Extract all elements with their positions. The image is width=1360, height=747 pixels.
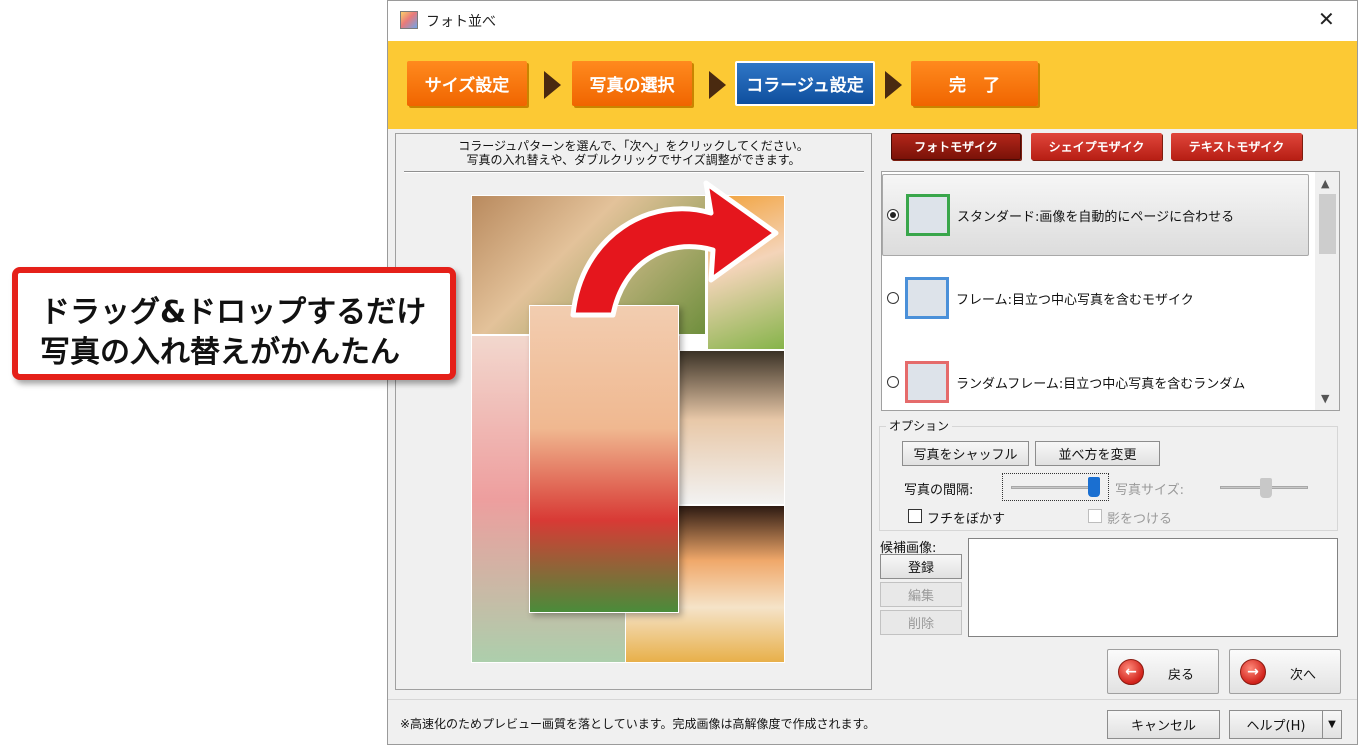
title-bar: フォト並べ ✕ <box>388 1 1357 41</box>
back-button[interactable]: ← 戻る <box>1107 649 1219 694</box>
callout-line-2: 写真の入れ替えがかんたん <box>40 335 400 370</box>
slider-knob[interactable] <box>1088 477 1100 497</box>
change-arrangement-button[interactable]: 並べ方を変更 <box>1035 441 1160 466</box>
next-button[interactable]: → 次へ <box>1229 649 1341 694</box>
radio-standard[interactable] <box>887 209 899 221</box>
slider-knob[interactable] <box>1260 478 1272 498</box>
tab-shape-mosaic[interactable]: シェイプモザイク <box>1031 133 1162 160</box>
radio-random-frame[interactable] <box>887 376 899 388</box>
app-window: フォト並べ ✕ サイズ設定 写真の選択 コラージュ設定 完 了 コラージュパター… <box>387 0 1358 745</box>
help-dropdown-chevron-icon[interactable]: ▼ <box>1322 710 1342 739</box>
scroll-down-icon[interactable]: ▼ <box>1321 392 1329 405</box>
slider-track <box>1011 486 1099 489</box>
pattern-label: スタンダード:画像を自動的にページに合わせる <box>957 210 1235 225</box>
radio-frame[interactable] <box>887 292 899 304</box>
collage-preview-panel: コラージュパターンを選んで、「次へ」をクリックしてください。 写真の入れ替えや、… <box>395 133 872 690</box>
list-item-frame[interactable]: フレーム:目立つ中心写真を含むモザイク <box>882 258 1309 340</box>
step-collage-setting: コラージュ設定 <box>735 61 875 106</box>
step-photo-select: 写真の選択 <box>572 61 692 106</box>
collage-canvas[interactable] <box>471 180 785 663</box>
help-button[interactable]: ヘルプ(H) <box>1229 710 1323 739</box>
list-scrollbar[interactable]: ▲ ▼ <box>1315 172 1339 410</box>
instruction-line-2: 写真の入れ替えや、ダブルクリックでサイズ調整ができます。 <box>466 153 801 167</box>
shadow-label: 影をつける <box>1107 512 1173 527</box>
photo-spacing-label: 写真の間隔: <box>904 483 974 498</box>
step-arrow-icon <box>709 71 726 99</box>
swap-arrow-icon <box>570 180 779 318</box>
pattern-thumbnail-icon <box>906 194 950 236</box>
blur-edge-label: フチをぼかす <box>927 512 1006 527</box>
footer-divider <box>388 699 1357 700</box>
delete-button[interactable]: 削除 <box>880 610 962 635</box>
divider <box>404 171 864 173</box>
window-title: フォト並べ <box>426 14 496 30</box>
step-size-setting: サイズ設定 <box>407 61 527 106</box>
step-arrow-icon <box>544 71 561 99</box>
blur-edge-checkbox[interactable] <box>908 509 922 523</box>
scroll-thumb[interactable] <box>1319 194 1336 254</box>
pattern-thumbnail-icon <box>905 277 949 319</box>
list-item-standard[interactable]: スタンダード:画像を自動的にページに合わせる <box>882 174 1309 256</box>
pattern-label: フレーム:目立つ中心写真を含むモザイク <box>956 293 1194 308</box>
collage-pattern-list[interactable]: スタンダード:画像を自動的にページに合わせる フレーム:目立つ中心写真を含むモザ… <box>881 171 1340 411</box>
tab-text-mosaic[interactable]: テキストモザイク <box>1171 133 1302 160</box>
next-label: 次へ <box>1290 668 1317 683</box>
back-label: 戻る <box>1168 668 1195 683</box>
drag-drop-callout: ドラッグ&ドロップするだけ 写真の入れ替えがかんたん <box>12 267 456 380</box>
options-group-label: オプション <box>886 417 953 434</box>
scroll-up-icon[interactable]: ▲ <box>1321 177 1329 190</box>
shuffle-photos-button[interactable]: 写真をシャッフル <box>902 441 1029 466</box>
step-arrow-icon <box>885 71 902 99</box>
step-complete: 完 了 <box>911 61 1038 106</box>
edit-button[interactable]: 編集 <box>880 582 962 607</box>
list-item-random-frame[interactable]: ランダムフレーム:目立つ中心写真を含むランダム <box>882 342 1309 410</box>
photo-size-slider[interactable] <box>1220 477 1312 499</box>
dragged-photo[interactable] <box>529 305 679 613</box>
register-button[interactable]: 登録 <box>880 554 962 579</box>
cancel-button[interactable]: キャンセル <box>1107 710 1220 739</box>
candidate-images-box[interactable] <box>968 538 1338 637</box>
app-photo-icon <box>400 11 418 29</box>
tab-photo-mosaic[interactable]: フォトモザイク <box>891 133 1021 160</box>
pattern-label: ランダムフレーム:目立つ中心写真を含むランダム <box>956 377 1246 392</box>
close-icon[interactable]: ✕ <box>1318 7 1335 31</box>
instruction-line-1: コラージュパターンを選んで、「次へ」をクリックしてください。 <box>458 139 809 153</box>
photo-spacing-slider[interactable] <box>1002 473 1109 501</box>
back-arrow-icon: ← <box>1118 659 1144 685</box>
photo-size-label: 写真サイズ: <box>1115 483 1184 498</box>
callout-line-1: ドラッグ&ドロップするだけ <box>40 295 427 330</box>
status-text: ※高速化のためプレビュー画質を落としています。完成画像は高解像度で作成されます。 <box>400 717 876 731</box>
wizard-steps-banner: サイズ設定 写真の選択 コラージュ設定 完 了 <box>388 41 1357 129</box>
next-arrow-icon: → <box>1240 659 1266 685</box>
pattern-thumbnail-icon <box>905 361 949 403</box>
collage-photo[interactable] <box>679 350 785 505</box>
shadow-checkbox[interactable] <box>1088 509 1102 523</box>
